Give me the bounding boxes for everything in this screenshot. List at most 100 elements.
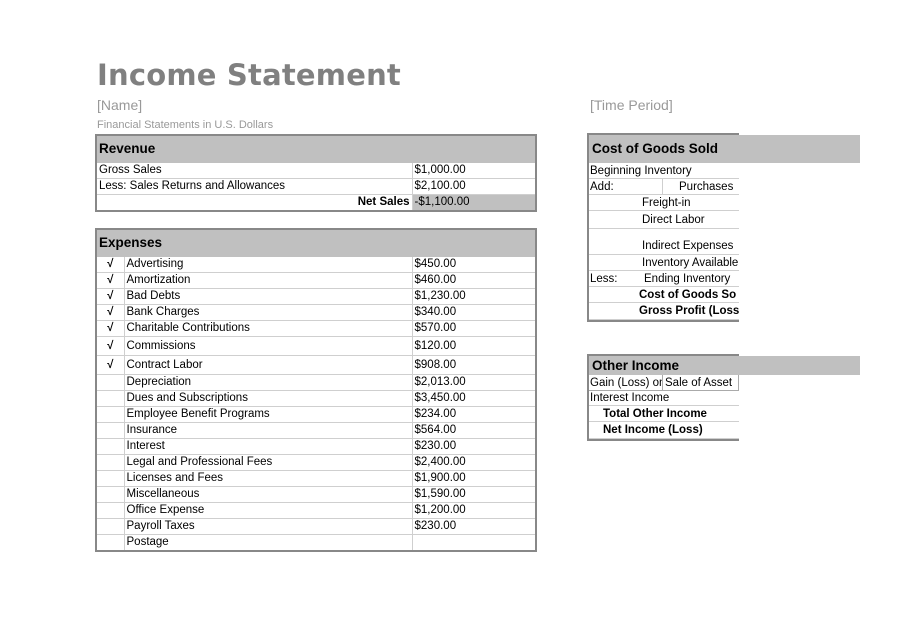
row-label[interactable]: Gross Sales bbox=[95, 162, 413, 179]
expense-row: Dues and Subscriptions $3,450.00 bbox=[95, 390, 537, 407]
expense-label[interactable]: Contract Labor bbox=[123, 355, 413, 375]
expense-row: √ Bank Charges $340.00 bbox=[95, 304, 537, 321]
name-field[interactable]: [Name] bbox=[97, 97, 142, 113]
other-income-frame-left bbox=[587, 354, 589, 440]
expense-value[interactable]: $570.00 bbox=[411, 320, 537, 337]
expense-label[interactable]: Depreciation bbox=[123, 374, 413, 391]
expense-row: Payroll Taxes $230.00 bbox=[95, 518, 537, 535]
inventory-available-label[interactable]: Inventory Available bbox=[589, 255, 739, 271]
expense-label[interactable]: Office Expense bbox=[123, 502, 413, 519]
cogs-frame-bottom bbox=[587, 320, 739, 322]
check-mark-icon[interactable] bbox=[95, 390, 125, 407]
check-mark-icon[interactable]: √ bbox=[95, 336, 125, 356]
expense-value[interactable]: $1,590.00 bbox=[411, 486, 537, 503]
check-mark-icon[interactable] bbox=[95, 438, 125, 455]
check-mark-icon[interactable] bbox=[95, 374, 125, 391]
expense-row: Insurance $564.00 bbox=[95, 422, 537, 439]
expense-label[interactable]: Licenses and Fees bbox=[123, 470, 413, 487]
expense-row: Licenses and Fees $1,900.00 bbox=[95, 470, 537, 487]
expense-label[interactable]: Interest bbox=[123, 438, 413, 455]
check-mark-icon[interactable] bbox=[95, 470, 125, 487]
cogs-frame-left bbox=[587, 133, 589, 322]
check-mark-icon[interactable]: √ bbox=[95, 320, 125, 337]
time-period-field[interactable]: [Time Period] bbox=[590, 97, 673, 113]
expense-value[interactable] bbox=[411, 534, 537, 552]
expense-row: √ Charitable Contributions $570.00 bbox=[95, 320, 537, 337]
expense-label[interactable]: Postage bbox=[123, 534, 413, 552]
page-title: Income Statement bbox=[97, 58, 401, 92]
row-label[interactable]: Less: Sales Returns and Allowances bbox=[95, 178, 413, 195]
expense-value[interactable]: $230.00 bbox=[411, 438, 537, 455]
expense-row: Postage bbox=[95, 534, 537, 552]
check-mark-icon[interactable]: √ bbox=[95, 304, 125, 321]
check-mark-icon[interactable] bbox=[95, 406, 125, 423]
check-mark-icon[interactable] bbox=[95, 534, 125, 552]
expense-value[interactable]: $564.00 bbox=[411, 422, 537, 439]
less-label: Less: bbox=[589, 271, 629, 287]
check-mark-icon[interactable] bbox=[95, 422, 125, 439]
table-row: Less: Sales Returns and Allowances $2,10… bbox=[95, 178, 537, 195]
expense-value[interactable]: $460.00 bbox=[411, 272, 537, 289]
check-mark-icon[interactable]: √ bbox=[95, 288, 125, 305]
gain-loss-label-a[interactable]: Gain (Loss) on bbox=[589, 375, 663, 391]
expense-value[interactable]: $2,013.00 bbox=[411, 374, 537, 391]
expense-row: Interest $230.00 bbox=[95, 438, 537, 455]
expense-value[interactable]: $340.00 bbox=[411, 304, 537, 321]
expense-value[interactable]: $2,400.00 bbox=[411, 454, 537, 471]
direct-labor-label[interactable]: Direct Labor bbox=[589, 211, 739, 229]
expense-value[interactable]: $450.00 bbox=[411, 256, 537, 273]
gain-loss-label-b[interactable]: Sale of Asset bbox=[663, 375, 739, 391]
expense-label[interactable]: Legal and Professional Fees bbox=[123, 454, 413, 471]
expense-label[interactable]: Bank Charges bbox=[123, 304, 413, 321]
revenue-heading-blank bbox=[411, 134, 537, 163]
subtitle: Financial Statements in U.S. Dollars bbox=[97, 119, 274, 131]
expense-value[interactable]: $1,900.00 bbox=[411, 470, 537, 487]
check-mark-icon[interactable] bbox=[95, 518, 125, 535]
add-label: Add: bbox=[589, 179, 663, 195]
expense-label[interactable]: Commissions bbox=[123, 336, 413, 356]
expense-value[interactable]: $120.00 bbox=[411, 336, 537, 356]
check-mark-icon[interactable]: √ bbox=[95, 272, 125, 289]
expense-row: √ Advertising $450.00 bbox=[95, 256, 537, 273]
expense-value[interactable]: $234.00 bbox=[411, 406, 537, 423]
freight-in-label[interactable]: Freight-in bbox=[589, 195, 739, 211]
other-income-heading: Other Income bbox=[589, 356, 860, 375]
expense-label[interactable]: Charitable Contributions bbox=[123, 320, 413, 337]
expense-label[interactable]: Insurance bbox=[123, 422, 413, 439]
check-mark-icon[interactable] bbox=[95, 486, 125, 503]
expense-label[interactable]: Employee Benefit Programs bbox=[123, 406, 413, 423]
revenue-heading: Revenue bbox=[95, 134, 413, 163]
expense-label[interactable]: Dues and Subscriptions bbox=[123, 390, 413, 407]
gross-profit-label: Gross Profit (Loss bbox=[589, 303, 739, 320]
expense-value[interactable]: $230.00 bbox=[411, 518, 537, 535]
purchases-label[interactable]: Purchases bbox=[663, 179, 739, 195]
ending-inventory-label[interactable]: Ending Inventory bbox=[629, 271, 739, 287]
expense-row: Employee Benefit Programs $234.00 bbox=[95, 406, 537, 423]
indirect-expenses-label[interactable]: Indirect Expenses bbox=[589, 229, 739, 255]
expense-label[interactable]: Payroll Taxes bbox=[123, 518, 413, 535]
expense-row: √ Contract Labor $908.00 bbox=[95, 355, 537, 375]
revenue-table: Revenue Gross Sales $1,000.00 Less: Sale… bbox=[95, 134, 537, 212]
interest-income-label[interactable]: Interest Income bbox=[589, 391, 739, 406]
expense-label[interactable]: Amortization bbox=[123, 272, 413, 289]
check-mark-icon[interactable] bbox=[95, 454, 125, 471]
beginning-inventory-label[interactable]: Beginning Inventory bbox=[589, 163, 739, 179]
expense-value[interactable]: $1,200.00 bbox=[411, 502, 537, 519]
expense-label[interactable]: Advertising bbox=[123, 256, 413, 273]
expense-value[interactable]: $908.00 bbox=[411, 355, 537, 375]
expenses-table: Expenses √ Advertising $450.00 √ Amortizatio… bbox=[95, 228, 538, 552]
row-value[interactable]: $1,000.00 bbox=[411, 162, 537, 179]
expense-value[interactable]: $3,450.00 bbox=[411, 390, 537, 407]
net-sales-value[interactable]: -$1,100.00 bbox=[411, 194, 537, 212]
expense-label[interactable]: Bad Debts bbox=[123, 288, 413, 305]
expense-row: Legal and Professional Fees $2,400.00 bbox=[95, 454, 537, 471]
check-mark-icon[interactable]: √ bbox=[95, 355, 125, 375]
row-value[interactable]: $2,100.00 bbox=[411, 178, 537, 195]
check-mark-icon[interactable]: √ bbox=[95, 256, 125, 273]
expense-value[interactable]: $1,230.00 bbox=[411, 288, 537, 305]
other-income-frame-bottom bbox=[587, 439, 739, 441]
net-sales-label: Net Sales bbox=[95, 194, 413, 212]
expense-label[interactable]: Miscellaneous bbox=[123, 486, 413, 503]
expense-row: Office Expense $1,200.00 bbox=[95, 502, 537, 519]
check-mark-icon[interactable] bbox=[95, 502, 125, 519]
